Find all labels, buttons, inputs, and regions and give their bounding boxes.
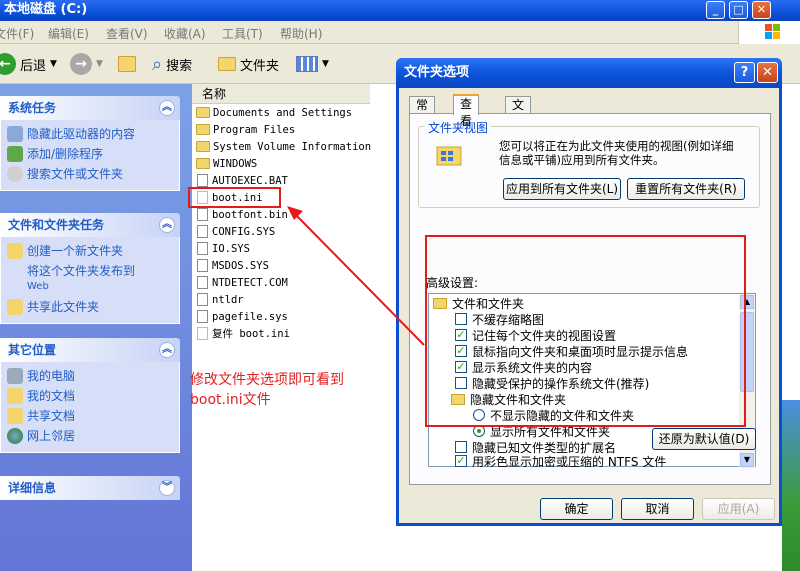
tab-view[interactable]: 查看 [453, 94, 480, 128]
annotation-arrow [287, 206, 425, 346]
tab-label: 查看 [460, 97, 473, 128]
